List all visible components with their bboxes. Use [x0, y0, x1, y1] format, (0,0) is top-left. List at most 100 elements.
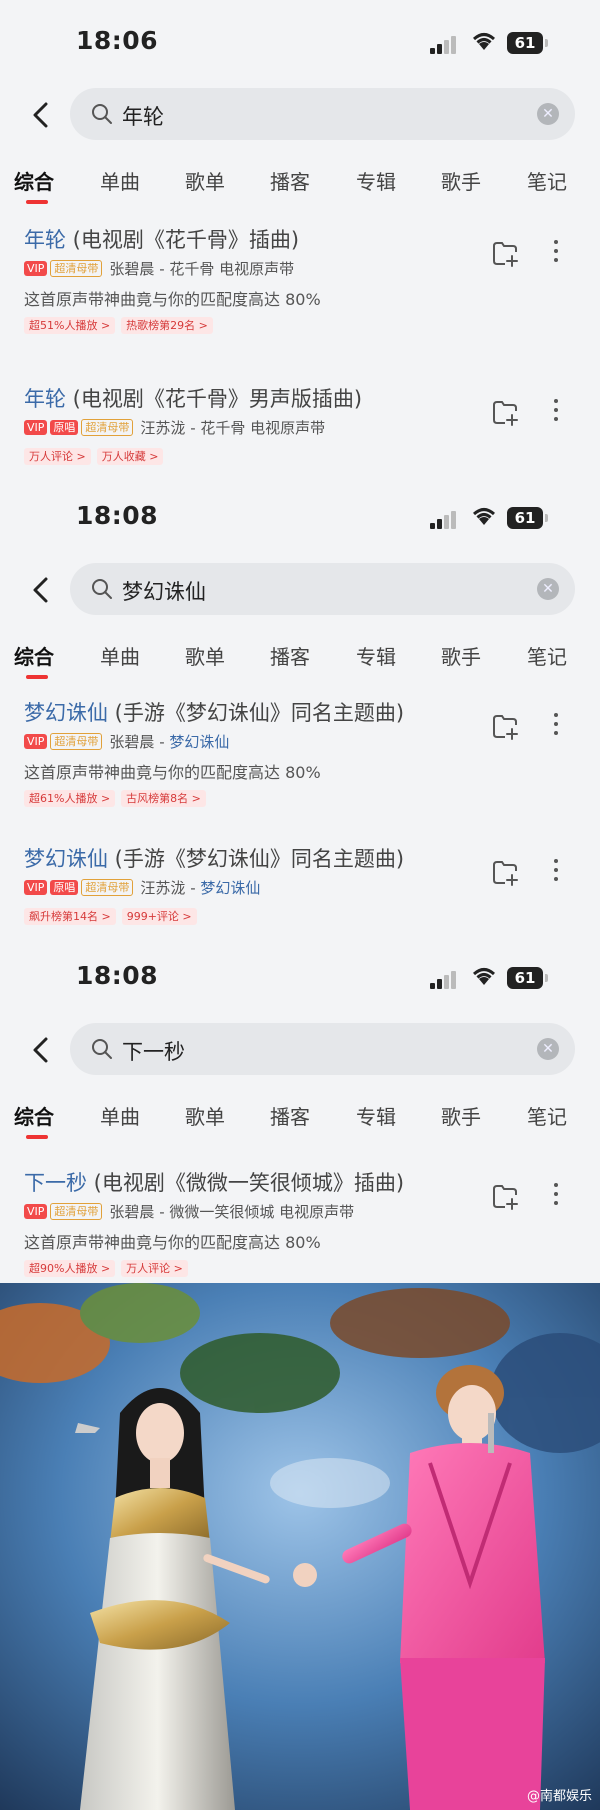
tab-4[interactable]: 专辑 [356, 641, 396, 670]
song-tag[interactable]: 热歌榜第29名 > [121, 317, 213, 334]
add-to-playlist-icon[interactable] [490, 1181, 520, 1211]
more-options-icon[interactable] [552, 1183, 560, 1209]
song-title-highlight: 梦幻诛仙 [24, 701, 108, 725]
tab-0[interactable]: 综合 [14, 1101, 54, 1139]
song-item[interactable]: 梦幻诛仙 (手游《梦幻诛仙》同名主题曲) VIP 原唱 超清母带 汪苏泷 - 梦幻诛仙… [0, 843, 600, 937]
song-description: 这首原声带神曲竟与你的匹配度高达 80% [24, 763, 321, 782]
status-bar: 18:08 61 [0, 475, 600, 565]
song-title[interactable]: 梦幻诛仙 (手游《梦幻诛仙》同名主题曲) [24, 697, 404, 727]
song-tag[interactable]: 万人评论 > [24, 448, 91, 465]
tab-2[interactable]: 歌单 [185, 166, 225, 195]
back-arrow-icon[interactable] [26, 100, 56, 130]
song-tag[interactable]: 飙升榜第14名 > [24, 908, 116, 925]
tab-3[interactable]: 播客 [270, 641, 310, 670]
search-input[interactable]: 梦幻诛仙 ✕ [70, 563, 575, 615]
tab-label: 歌手 [441, 1105, 481, 1129]
song-tags: 飙升榜第14名 > 999+评论 > [24, 905, 203, 925]
clear-icon[interactable]: ✕ [537, 1038, 559, 1060]
song-subtitle: (手游《梦幻诛仙》同名主题曲) [108, 701, 405, 725]
song-tag[interactable]: 万人收藏 > [96, 448, 164, 465]
back-arrow-icon[interactable] [26, 1035, 56, 1065]
status-time: 18:08 [76, 501, 159, 530]
album-name[interactable]: 梦幻诛仙 [169, 733, 229, 751]
more-options-icon[interactable] [552, 713, 560, 739]
tab-label: 专辑 [356, 1105, 396, 1129]
tab-label: 专辑 [356, 170, 396, 194]
add-to-playlist-icon[interactable] [490, 238, 520, 268]
tab-4[interactable]: 专辑 [356, 1101, 396, 1130]
album-name[interactable]: 梦幻诛仙 [200, 879, 260, 897]
artist-name[interactable]: 张碧晨 [109, 733, 154, 751]
tab-1[interactable]: 单曲 [100, 1101, 140, 1130]
search-icon [92, 104, 112, 124]
song-tags: 超61%人播放 > 古风榜第8名 > [24, 787, 212, 807]
song-title[interactable]: 下一秒 (电视剧《微微一笑很倾城》插曲) [24, 1167, 404, 1197]
signal-icon [430, 509, 460, 529]
tab-4[interactable]: 专辑 [356, 166, 396, 195]
tab-5[interactable]: 歌手 [441, 166, 481, 195]
song-tag[interactable]: 999+评论 > [121, 908, 197, 925]
tab-label: 笔记 [527, 645, 567, 669]
song-item[interactable]: 梦幻诛仙 (手游《梦幻诛仙》同名主题曲) VIP 超清母带 张碧晨 - 梦幻诛仙 这… [0, 697, 600, 823]
meta-separator: - [154, 1203, 170, 1221]
album-name[interactable]: 微微一笑很倾城 电视原声带 [169, 1203, 354, 1221]
search-panel-3: 18:08 61 下一秒 ✕ 综合 单曲 歌单 播客 专辑 歌手 笔记 下一秒 (电视剧《微… [0, 935, 600, 1285]
tab-label: 歌手 [441, 170, 481, 194]
song-title[interactable]: 梦幻诛仙 (手游《梦幻诛仙》同名主题曲) [24, 843, 404, 873]
song-item[interactable]: 年轮 (电视剧《花千骨》插曲) VIP 超清母带 张碧晨 - 花千骨 电视原声带 这… [0, 224, 600, 350]
artist-name[interactable]: 汪苏泷 [140, 419, 185, 437]
search-panel-1: 18:06 61 年轮 ✕ 综合 单曲 歌单 播客 专辑 歌手 笔记 年轮 (电视剧《花千骨… [0, 0, 600, 480]
song-tag[interactable]: 超61%人播放 > [24, 790, 116, 807]
tab-2[interactable]: 歌单 [185, 1101, 225, 1130]
add-to-playlist-icon[interactable] [490, 857, 520, 887]
clear-icon[interactable]: ✕ [537, 103, 559, 125]
song-tag[interactable]: 超90%人播放 > [24, 1260, 116, 1277]
tab-0[interactable]: 综合 [14, 641, 54, 679]
album-name[interactable]: 花千骨 电视原声带 [200, 419, 325, 437]
search-panel-2: 18:08 61 梦幻诛仙 ✕ 综合 单曲 歌单 播客 专辑 歌手 笔记 梦幻诛仙 (手游《… [0, 475, 600, 937]
tab-6[interactable]: 笔记 [527, 641, 567, 670]
artist-name[interactable]: 汪苏泷 [140, 879, 185, 897]
more-options-icon[interactable] [552, 859, 560, 885]
song-tag[interactable]: 古风榜第8名 > [121, 790, 206, 807]
song-tags: 万人评论 > 万人收藏 > [24, 445, 169, 465]
tab-label: 单曲 [100, 645, 140, 669]
song-title[interactable]: 年轮 (电视剧《花千骨》男声版插曲) [24, 383, 362, 413]
song-title-highlight: 年轮 [24, 228, 66, 252]
signal-icon [430, 969, 460, 989]
tab-5[interactable]: 歌手 [441, 1101, 481, 1130]
song-tag[interactable]: 超51%人播放 > [24, 317, 116, 334]
song-meta: VIP 超清母带 张碧晨 - 梦幻诛仙 [24, 731, 229, 751]
song-tag[interactable]: 万人评论 > [121, 1260, 188, 1277]
tab-2[interactable]: 歌单 [185, 641, 225, 670]
tab-5[interactable]: 歌手 [441, 641, 481, 670]
add-to-playlist-icon[interactable] [490, 711, 520, 741]
song-item[interactable]: 年轮 (电视剧《花千骨》男声版插曲) VIP 原唱 超清母带 汪苏泷 - 花千骨 电视… [0, 383, 600, 480]
song-title[interactable]: 年轮 (电视剧《花千骨》插曲) [24, 224, 299, 254]
meta-separator: - [185, 419, 201, 437]
add-to-playlist-icon[interactable] [490, 397, 520, 427]
tab-3[interactable]: 播客 [270, 166, 310, 195]
search-input[interactable]: 年轮 ✕ [70, 88, 575, 140]
more-options-icon[interactable] [552, 240, 560, 266]
tab-3[interactable]: 播客 [270, 1101, 310, 1130]
clear-icon[interactable]: ✕ [537, 578, 559, 600]
tab-1[interactable]: 单曲 [100, 166, 140, 195]
tab-1[interactable]: 单曲 [100, 641, 140, 670]
back-arrow-icon[interactable] [26, 575, 56, 605]
search-input[interactable]: 下一秒 ✕ [70, 1023, 575, 1075]
artist-name[interactable]: 张碧晨 [109, 1203, 154, 1221]
tab-0[interactable]: 综合 [14, 166, 54, 204]
tab-label: 综合 [14, 170, 54, 194]
more-options-icon[interactable] [552, 399, 560, 425]
search-row: 年轮 ✕ [0, 86, 600, 146]
tab-label: 播客 [270, 1105, 310, 1129]
song-title-highlight: 年轮 [24, 387, 66, 411]
artist-name[interactable]: 张碧晨 [109, 260, 154, 278]
search-query: 梦幻诛仙 [122, 580, 206, 604]
tab-6[interactable]: 笔记 [527, 166, 567, 195]
album-name[interactable]: 花千骨 电视原声带 [169, 260, 294, 278]
search-row: 下一秒 ✕ [0, 1021, 600, 1081]
tab-6[interactable]: 笔记 [527, 1101, 567, 1130]
song-item[interactable]: 下一秒 (电视剧《微微一笑很倾城》插曲) VIP 超清母带 张碧晨 - 微微一笑很倾… [0, 1167, 600, 1285]
